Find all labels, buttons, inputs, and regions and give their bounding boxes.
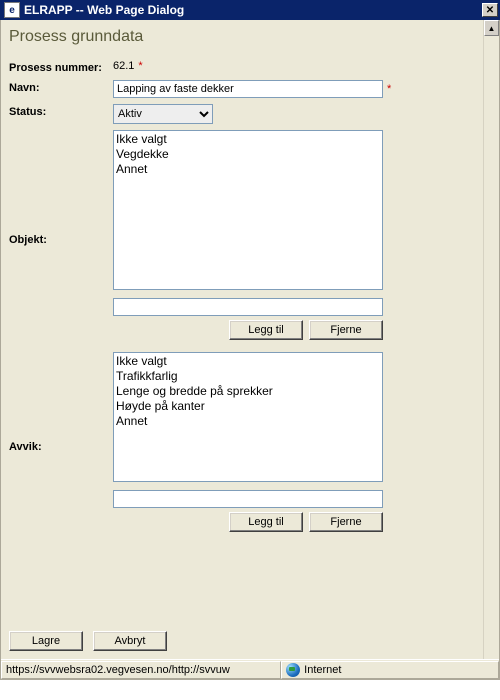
- prosess-nummer-label: Prosess nummer:: [9, 60, 113, 74]
- row-status: Status: Aktiv: [9, 104, 479, 124]
- row-navn: Navn: *: [9, 80, 479, 98]
- objekt-listbox[interactable]: Ikke valgt Vegdekke Annet: [113, 130, 383, 290]
- status-bar: https://svvwebsra02.vegvesen.no/http://s…: [1, 659, 499, 679]
- required-marker: *: [387, 83, 391, 95]
- section-objekt: Objekt: Ikke valgt Vegdekke Annet Legg t…: [9, 130, 479, 350]
- close-button[interactable]: ✕: [482, 3, 498, 17]
- prosess-nummer-value: 62.1: [113, 60, 134, 72]
- list-item[interactable]: Ikke valgt: [116, 132, 380, 147]
- list-item[interactable]: Annet: [116, 162, 380, 177]
- required-marker: *: [138, 60, 142, 72]
- status-zone: Internet: [281, 661, 499, 679]
- list-item[interactable]: Ikke valgt: [116, 354, 380, 369]
- list-item[interactable]: Annet: [116, 414, 380, 429]
- avvik-remove-button[interactable]: Fjerne: [309, 512, 383, 532]
- title-bar: e ELRAPP -- Web Page Dialog ✕: [0, 0, 500, 20]
- row-prosess-nummer: Prosess nummer: 62.1 *: [9, 60, 479, 74]
- objekt-add-button[interactable]: Legg til: [229, 320, 303, 340]
- avvik-input[interactable]: [113, 490, 383, 508]
- objekt-label: Objekt:: [9, 130, 113, 350]
- cancel-button[interactable]: Avbryt: [93, 631, 167, 651]
- globe-icon: [286, 663, 300, 677]
- page-title: Prosess grunndata: [9, 28, 479, 46]
- list-item[interactable]: Høyde på kanter: [116, 399, 380, 414]
- list-item[interactable]: Vegdekke: [116, 147, 380, 162]
- status-label: Status:: [9, 104, 113, 118]
- status-select[interactable]: Aktiv: [113, 104, 213, 124]
- navn-input[interactable]: [113, 80, 383, 98]
- ie-page-icon: e: [4, 2, 20, 18]
- status-url: https://svvwebsra02.vegvesen.no/http://s…: [1, 661, 281, 679]
- list-item[interactable]: Trafikkfarlig: [116, 369, 380, 384]
- window-title: ELRAPP -- Web Page Dialog: [24, 3, 482, 17]
- save-button[interactable]: Lagre: [9, 631, 83, 651]
- navn-label: Navn:: [9, 80, 113, 94]
- avvik-listbox[interactable]: Ikke valgt Trafikkfarlig Lenge og bredde…: [113, 352, 383, 482]
- objekt-input[interactable]: [113, 298, 383, 316]
- content: Prosess grunndata Prosess nummer: 62.1 *…: [1, 20, 499, 679]
- avvik-add-button[interactable]: Legg til: [229, 512, 303, 532]
- objekt-remove-button[interactable]: Fjerne: [309, 320, 383, 340]
- client-area: ▲ ▼ Prosess grunndata Prosess nummer: 62…: [0, 20, 500, 680]
- footer-actions: Lagre Avbryt: [9, 631, 167, 651]
- section-avvik: Avvik: Ikke valgt Trafikkfarlig Lenge og…: [9, 352, 479, 542]
- list-item[interactable]: Lenge og bredde på sprekker: [116, 384, 380, 399]
- status-zone-label: Internet: [304, 664, 341, 676]
- avvik-label: Avvik:: [9, 352, 113, 542]
